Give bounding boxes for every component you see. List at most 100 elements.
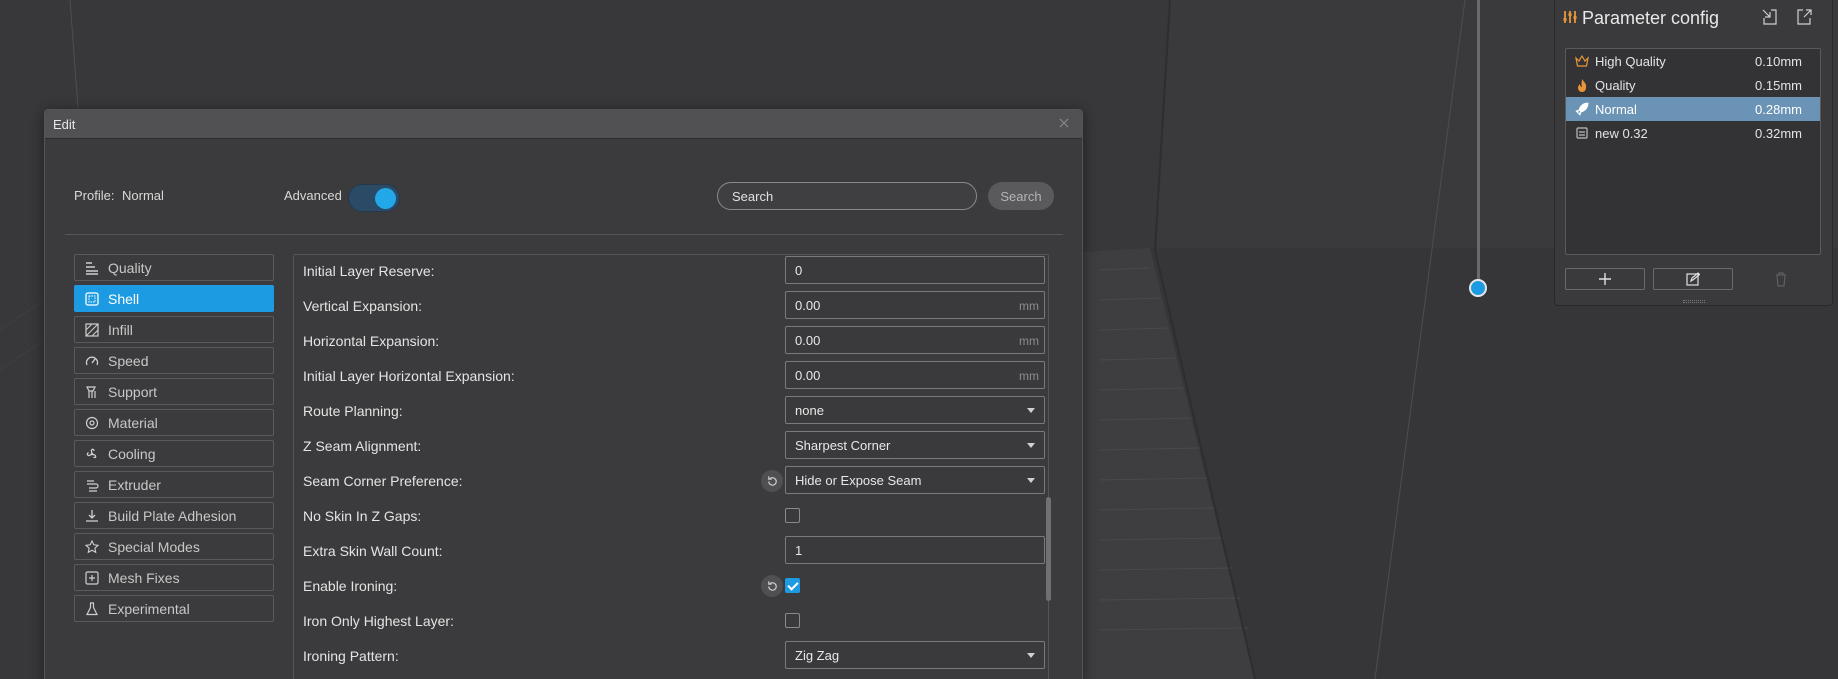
- profile-item-quality[interactable]: Quality 0.15mm: [1566, 73, 1820, 97]
- field-value: 1: [795, 542, 803, 558]
- quality-icon: [84, 260, 100, 276]
- select-value: none: [795, 402, 824, 418]
- profile-name: Normal: [1595, 101, 1637, 117]
- setting-label: Z Seam Alignment:: [303, 438, 422, 454]
- setting-label: Extra Skin Wall Count:: [303, 543, 443, 559]
- setting-route-planning: Route Planning: none: [294, 396, 1045, 426]
- initial-layer-reserve-input[interactable]: 0: [785, 256, 1045, 284]
- category-speed[interactable]: Speed: [74, 347, 274, 374]
- iron-only-highest-layer-checkbox[interactable]: [785, 613, 800, 628]
- profile-name: Quality: [1595, 77, 1636, 93]
- edit-profile-button[interactable]: [1653, 268, 1733, 290]
- profile-item-high-quality[interactable]: High Quality 0.10mm: [1566, 49, 1820, 73]
- edit-icon: [1686, 272, 1700, 286]
- vertical-expansion-input[interactable]: 0.00 mm: [785, 291, 1045, 319]
- setting-seam-corner-preference: Seam Corner Preference: Hide or Expose S…: [294, 466, 1045, 496]
- category-label: Mesh Fixes: [108, 569, 180, 586]
- chevron-down-icon: [1027, 443, 1035, 448]
- custom-profile-icon: [1575, 126, 1589, 140]
- layer-slider-track[interactable]: [1477, 0, 1480, 281]
- category-experimental[interactable]: Experimental: [74, 595, 274, 622]
- category-cooling[interactable]: Cooling: [74, 440, 274, 467]
- horizontal-expansion-input[interactable]: 0.00 mm: [785, 326, 1045, 354]
- toggle-knob: [375, 188, 396, 209]
- setting-label: No Skin In Z Gaps:: [303, 508, 422, 524]
- divider: [65, 234, 1063, 235]
- add-profile-button[interactable]: [1565, 268, 1645, 290]
- layer-height: 0.28mm: [1755, 102, 1802, 117]
- close-icon[interactable]: [1056, 116, 1072, 132]
- parameter-config-panel: Parameter config High Quality 0.10mm Qua…: [1554, 0, 1833, 306]
- dialog-titlebar[interactable]: Edit: [45, 110, 1082, 139]
- plus-icon: [1599, 273, 1611, 285]
- category-label: Shell: [108, 290, 140, 307]
- setting-horizontal-expansion: Horizontal Expansion: 0.00 mm: [294, 326, 1045, 356]
- field-value: 0: [795, 262, 803, 278]
- reset-icon[interactable]: [761, 575, 783, 597]
- export-icon[interactable]: [1796, 9, 1814, 27]
- no-skin-in-z-gaps-checkbox[interactable]: [785, 508, 800, 523]
- profile-item-normal[interactable]: Normal 0.28mm: [1566, 97, 1820, 121]
- import-icon[interactable]: [1762, 9, 1780, 27]
- resize-grip[interactable]: [1683, 300, 1705, 303]
- field-value: 0.00: [795, 367, 821, 383]
- category-special-modes[interactable]: Special Modes: [74, 533, 274, 560]
- unit-label: mm: [1019, 334, 1039, 348]
- field-value: 0.00: [795, 297, 821, 313]
- settings-search-input[interactable]: [717, 182, 977, 210]
- setting-label: Iron Only Highest Layer:: [303, 613, 454, 629]
- category-support[interactable]: Support: [74, 378, 274, 405]
- profile-label: Profile:: [74, 188, 115, 203]
- settings-scrollbar[interactable]: [1046, 497, 1051, 601]
- setting-enable-ironing: Enable Ironing:: [294, 571, 1034, 601]
- category-label: Material: [108, 414, 158, 431]
- enable-ironing-checkbox[interactable]: [785, 578, 800, 593]
- seam-corner-preference-select[interactable]: Hide or Expose Seam: [785, 466, 1045, 494]
- z-seam-alignment-select[interactable]: Sharpest Corner: [785, 431, 1045, 459]
- build-plate-icon: [84, 508, 100, 524]
- layer-slider-handle[interactable]: [1469, 279, 1487, 297]
- setting-vertical-expansion: Vertical Expansion: 0.00 mm: [294, 291, 1045, 321]
- unit-label: mm: [1019, 369, 1039, 383]
- category-label: Infill: [108, 321, 133, 338]
- advanced-toggle[interactable]: [348, 184, 400, 212]
- profile-item-new-0-32[interactable]: new 0.32 0.32mm: [1566, 121, 1820, 145]
- cooling-fan-icon: [84, 446, 100, 462]
- category-label: Extruder: [108, 476, 161, 493]
- select-value: Hide or Expose Seam: [795, 472, 922, 488]
- sliders-icon: [1563, 9, 1577, 28]
- setting-no-skin-in-z-gaps: No Skin In Z Gaps:: [294, 501, 1034, 531]
- initial-layer-horizontal-expansion-input[interactable]: 0.00 mm: [785, 361, 1045, 389]
- category-infill[interactable]: Infill: [74, 316, 274, 343]
- unit-label: mm: [1019, 299, 1039, 313]
- category-build-plate-adhesion[interactable]: Build Plate Adhesion: [74, 502, 274, 529]
- category-extruder[interactable]: Extruder: [74, 471, 274, 498]
- support-icon: [84, 384, 100, 400]
- edit-dialog: Edit Profile: Normal Advanced Search Qua…: [44, 109, 1083, 679]
- reset-icon[interactable]: [761, 470, 783, 492]
- route-planning-select[interactable]: none: [785, 396, 1045, 424]
- setting-label: Initial Layer Horizontal Expansion:: [303, 368, 515, 384]
- category-material[interactable]: Material: [74, 409, 274, 436]
- extruder-icon: [84, 477, 100, 493]
- material-icon: [84, 415, 100, 431]
- field-value: 0.00: [795, 332, 821, 348]
- rocket-icon: [1575, 102, 1589, 116]
- shell-icon: [84, 291, 100, 307]
- extra-skin-wall-count-input[interactable]: 1: [785, 536, 1045, 564]
- category-shell[interactable]: Shell: [74, 285, 274, 312]
- trash-icon: [1776, 272, 1786, 287]
- delete-profile-button[interactable]: [1774, 271, 1788, 290]
- category-label: Speed: [108, 352, 149, 369]
- dialog-title: Edit: [53, 116, 76, 132]
- search-button[interactable]: Search: [988, 182, 1054, 210]
- setting-label: Enable Ironing:: [303, 578, 398, 594]
- chevron-down-icon: [1027, 478, 1035, 483]
- flask-icon: [84, 601, 100, 617]
- ironing-pattern-select[interactable]: Zig Zag: [785, 641, 1045, 669]
- star-icon: [84, 539, 100, 555]
- setting-label: Seam Corner Preference:: [303, 473, 463, 489]
- category-quality[interactable]: Quality: [74, 254, 274, 281]
- dialog-toolbar: Profile: Normal Advanced Search: [45, 158, 1084, 218]
- category-mesh-fixes[interactable]: Mesh Fixes: [74, 564, 274, 591]
